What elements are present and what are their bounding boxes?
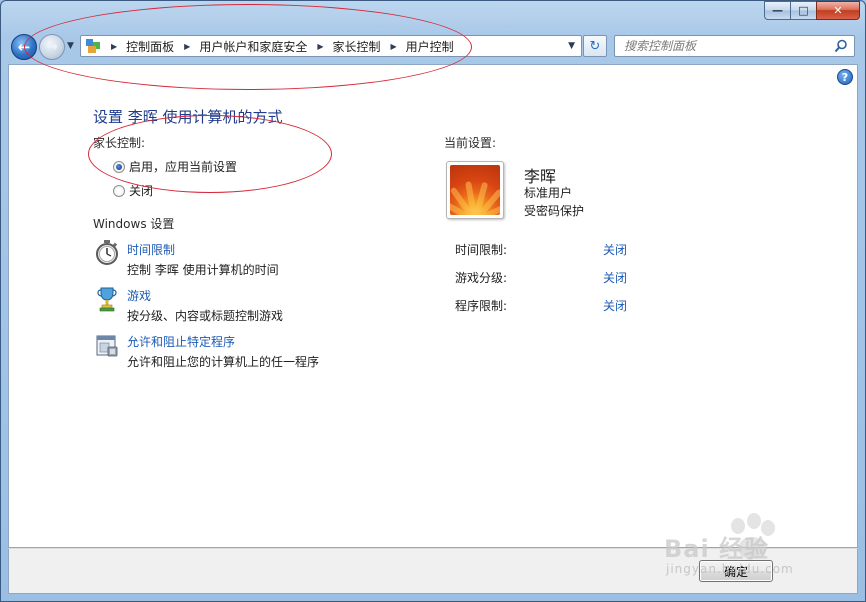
close-button[interactable]: ✕	[816, 1, 860, 20]
maximize-button[interactable]: □	[790, 1, 816, 20]
avatar	[446, 161, 504, 219]
breadcrumb-chevron-icon[interactable]: ▶	[317, 42, 323, 51]
game-rating-status-value[interactable]: 关闭	[603, 269, 627, 286]
breadcrumb-chevron-icon[interactable]: ▶	[111, 42, 117, 51]
refresh-button[interactable]: ↻	[583, 35, 607, 57]
control-panel-icon	[85, 38, 101, 54]
setting-time-limits: 时间限制 控制 李晖 使用计算机的时间	[93, 240, 279, 278]
content-pane: ? 设置 李晖 使用计算机的方式 家长控制: 启用，应用当前设置 关闭 Wind…	[8, 64, 858, 548]
breadcrumb-control-panel[interactable]: 控制面板	[126, 38, 174, 55]
program-limit-status-label: 程序限制:	[455, 299, 508, 313]
games-desc: 按分级、内容或标题控制游戏	[127, 309, 284, 323]
page-title: 设置 李晖 使用计算机的方式	[93, 108, 283, 126]
time-limits-desc: 控制 李晖 使用计算机的时间	[127, 263, 279, 277]
breadcrumb: ▶ 控制面板 ▶ 用户帐户和家庭安全 ▶ 家长控制 ▶ 用户控制	[109, 38, 454, 55]
setting-games: 游戏 按分级、内容或标题控制游戏	[93, 287, 283, 324]
search-box[interactable]	[614, 35, 855, 57]
address-bar[interactable]: ▶ 控制面板 ▶ 用户帐户和家庭安全 ▶ 家长控制 ▶ 用户控制 ▼	[80, 35, 582, 57]
radio-off[interactable]: 关闭	[113, 182, 153, 199]
breadcrumb-chevron-icon[interactable]: ▶	[184, 42, 190, 51]
breadcrumb-user-controls[interactable]: 用户控制	[406, 38, 454, 55]
avatar-flower-image	[450, 165, 500, 215]
windows-settings-heading: Windows 设置	[93, 217, 175, 231]
minimize-button[interactable]: —	[764, 1, 790, 20]
current-settings-label: 当前设置:	[444, 136, 497, 150]
trophy-icon	[97, 287, 117, 312]
programs-link[interactable]: 允许和阻止特定程序	[127, 333, 319, 350]
forward-button[interactable]: →	[39, 34, 65, 60]
parental-controls-label: 家长控制:	[93, 136, 146, 150]
games-link[interactable]: 游戏	[127, 287, 283, 304]
help-icon[interactable]: ?	[837, 69, 853, 85]
setting-programs: 允许和阻止特定程序 允许和阻止您的计算机上的任一程序	[93, 333, 319, 370]
radio-enable-label[interactable]: 启用，应用当前设置	[129, 158, 237, 175]
password-status: 受密码保护	[524, 204, 585, 218]
caption-buttons: — □ ✕	[764, 1, 860, 21]
game-rating-status-label: 游戏分级:	[455, 271, 508, 285]
watermark-url: jingyan.baidu.com	[666, 562, 794, 576]
watermark-brand: Bai 经验	[664, 535, 770, 563]
back-button[interactable]: ←	[11, 34, 37, 60]
radio-enable[interactable]: 启用，应用当前设置	[113, 158, 237, 175]
programs-desc: 允许和阻止您的计算机上的任一程序	[127, 355, 320, 369]
breadcrumb-parental-controls[interactable]: 家长控制	[333, 38, 381, 55]
time-limit-status-label: 时间限制:	[455, 243, 508, 257]
address-dropdown-icon[interactable]: ▼	[568, 41, 575, 51]
time-limits-link[interactable]: 时间限制	[127, 241, 279, 258]
radio-off-label[interactable]: 关闭	[129, 182, 153, 199]
stopwatch-icon	[96, 240, 118, 265]
search-icon[interactable]	[834, 39, 848, 53]
time-limit-status-value[interactable]: 关闭	[603, 241, 627, 258]
radio-off-button[interactable]	[113, 184, 125, 197]
program-icon	[96, 335, 118, 357]
breadcrumb-user-accounts[interactable]: 用户帐户和家庭安全	[199, 38, 307, 55]
search-input[interactable]	[624, 39, 824, 53]
account-type: 标准用户	[524, 186, 573, 200]
breadcrumb-chevron-icon[interactable]: ▶	[391, 42, 397, 51]
radio-enable-button[interactable]	[113, 160, 125, 173]
recent-pages-dropdown-icon[interactable]: ▼	[67, 41, 74, 51]
program-limit-status-value[interactable]: 关闭	[603, 297, 627, 314]
